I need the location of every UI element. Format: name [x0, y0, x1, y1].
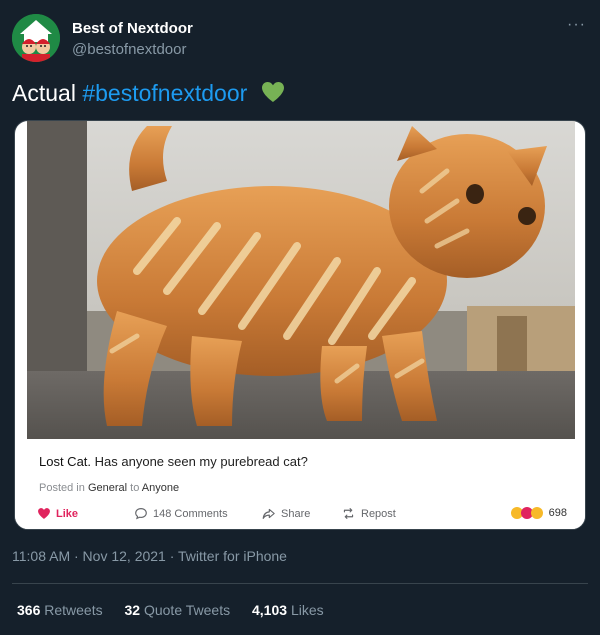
post-meta: Posted in General to Anyone [39, 482, 179, 494]
comment-icon [135, 508, 147, 520]
repost-label: Repost [361, 507, 396, 520]
share-label: Share [281, 507, 311, 520]
tweet-text-prefix: Actual [12, 80, 76, 106]
sad-reaction-icon [530, 507, 543, 519]
retweets-label: Retweets [44, 602, 103, 618]
media-card[interactable]: Lost Cat. Has anyone seen my purebread c… [14, 120, 586, 530]
quote-tweets-count: 32 [124, 602, 141, 618]
reactions-summary: 698 [510, 507, 567, 519]
quote-tweets-label: Quote Tweets [143, 602, 231, 618]
tweet-header: Best of Nextdoor @bestofnextdoor ··· [12, 12, 588, 64]
hashtag-link[interactable]: #bestofnextdoor [82, 80, 247, 106]
posted-to-label: to [130, 482, 140, 494]
post-category: General [87, 482, 128, 494]
repost-action: Repost [341, 507, 396, 520]
avatar-illustration-icon [12, 14, 60, 62]
comments-action: 148 Comments [134, 507, 228, 520]
share-icon [262, 508, 275, 519]
like-label: Like [56, 507, 79, 520]
avatar[interactable] [12, 14, 60, 62]
post-audience: Anyone [141, 482, 180, 494]
repost-icon [343, 508, 354, 519]
post-title: Lost Cat. Has anyone seen my purebread c… [39, 454, 308, 469]
post-title-rest: Has anyone seen my purebread cat? [91, 454, 308, 469]
more-options-icon[interactable]: ··· [567, 16, 586, 34]
user-handle[interactable]: @bestofnextdoor [72, 41, 186, 58]
divider [12, 583, 588, 584]
likes-stat[interactable]: 4,103 Likes [252, 602, 324, 618]
heart-icon [38, 508, 50, 519]
display-name[interactable]: Best of Nextdoor [72, 20, 193, 37]
tweet-timestamp[interactable]: 11:08 AM · Nov 12, 2021 · Twitter for iP… [12, 548, 287, 564]
tweet-text: Actual #bestofnextdoor [12, 80, 286, 110]
posted-in-label: Posted in [39, 482, 85, 494]
green-heart-icon [260, 80, 286, 110]
quote-tweets-stat[interactable]: 32 Quote Tweets [125, 602, 231, 618]
likes-count: 4,103 [252, 602, 288, 618]
retweets-stat[interactable]: 366 Retweets [17, 602, 103, 618]
tweet-stats: 366 Retweets 32 Quote Tweets 4,103 Likes [17, 602, 342, 618]
share-action: Share [261, 507, 310, 520]
post-actions: Like 148 Comments Share Repost 698 [37, 507, 567, 527]
like-action: Like [37, 507, 78, 520]
likes-label: Likes [290, 602, 324, 618]
post-title-bold: Lost Cat. [39, 454, 92, 469]
cat-bread-photo[interactable] [27, 121, 575, 439]
reaction-count: 698 [548, 507, 567, 519]
nextdoor-post: Lost Cat. Has anyone seen my purebread c… [15, 439, 585, 529]
cat-bread-image [27, 121, 575, 439]
retweets-count: 366 [17, 602, 41, 618]
comments-label: 148 Comments [153, 507, 228, 520]
